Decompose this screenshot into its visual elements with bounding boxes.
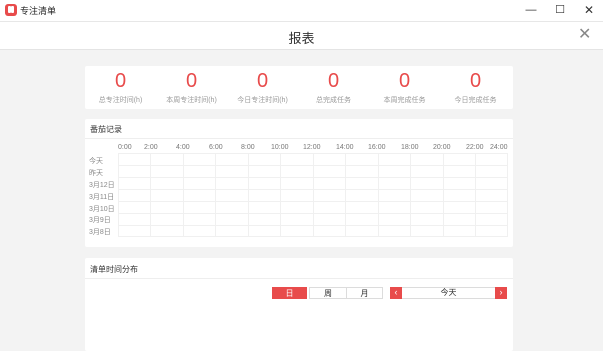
maximize-button[interactable]: ☐ [546,0,574,21]
time-label: 18:00 [401,144,419,151]
day-label: 今天 [89,158,103,165]
stats-card: 0 总专注时间(h) 0 本周专注时间(h) 0 今日专注时间(h) 0 总完成… [85,66,513,109]
list-distribution-card: 清单时间分布 日 周 月 ‹ 今天 › [85,258,513,351]
time-label: 20:00 [433,144,451,151]
stat-total-focus: 0 总专注时间(h) [85,66,156,105]
minimize-button[interactable]: — [517,0,545,21]
stat-label: 总完成任务 [316,97,351,104]
time-label: 10:00 [271,144,289,151]
day-label: 3月10日 [89,206,115,213]
stat-value: 0 [185,70,198,92]
stat-label: 本周完成任务 [383,97,426,104]
window-close-button[interactable]: ✕ [575,0,603,21]
grid-line [118,213,508,214]
tab-week[interactable]: 周 [309,287,346,299]
grid-line [118,165,508,166]
stat-week-tasks: 0 本周完成任务 [369,66,440,105]
page-header: 报表 ✕ [0,22,603,50]
current-date-label: 今天 [402,287,495,299]
stat-total-tasks: 0 总完成任务 [298,66,369,105]
stat-value: 0 [398,70,411,92]
stat-label: 今日专注时间(h) [237,97,288,104]
time-label: 0:00 [118,144,132,151]
tab-month[interactable]: 月 [346,287,383,299]
stat-label: 总专注时间(h) [98,97,143,104]
stat-week-focus: 0 本周专注时间(h) [156,66,227,105]
grid-line [118,225,508,226]
stat-value: 0 [327,70,340,92]
app-logo-icon [5,4,17,16]
stat-value: 0 [469,70,482,92]
stat-today-tasks: 0 今日完成任务 [440,66,511,105]
time-label: 8:00 [241,144,255,151]
divider [85,278,513,279]
next-date-button[interactable]: › [495,287,507,299]
grid-line [118,236,508,237]
stat-value: 0 [256,70,269,92]
time-label: 24:00 [490,144,508,151]
time-label: 22:00 [466,144,484,151]
stat-label: 本周专注时间(h) [166,97,217,104]
record-title: 番茄记录 [90,125,122,134]
time-label: 14:00 [336,144,354,151]
day-label: 3月12日 [89,182,115,189]
time-label: 2:00 [144,144,158,151]
stat-value: 0 [114,70,127,92]
day-label: 昨天 [89,170,103,177]
page-title: 报表 [288,31,315,46]
day-label: 3月11日 [89,194,115,201]
grid-line [118,189,508,190]
time-label: 6:00 [209,144,223,151]
time-label: 12:00 [303,144,321,151]
day-label: 3月9日 [89,217,111,224]
distribution-title: 清单时间分布 [90,265,138,274]
tab-day[interactable]: 日 [272,287,307,299]
grid-line [118,177,508,178]
divider [85,138,513,139]
grid-line [118,201,508,202]
record-grid [118,153,508,237]
stat-label: 今日完成任务 [454,97,497,104]
day-label: 3月8日 [89,229,111,236]
grid-line [118,153,508,154]
stat-today-focus: 0 今日专注时间(h) [227,66,298,105]
prev-date-button[interactable]: ‹ [390,287,402,299]
time-label: 4:00 [176,144,190,151]
window-title: 专注清单 [20,6,57,16]
tomato-record-card: 番茄记录 0:00 2:00 4:00 6:00 8:00 10:00 12:0… [85,119,513,247]
window-title-bar: 专注清单 — ☐ ✕ [0,0,603,22]
time-label: 16:00 [368,144,386,151]
close-report-button[interactable]: ✕ [578,26,591,44]
